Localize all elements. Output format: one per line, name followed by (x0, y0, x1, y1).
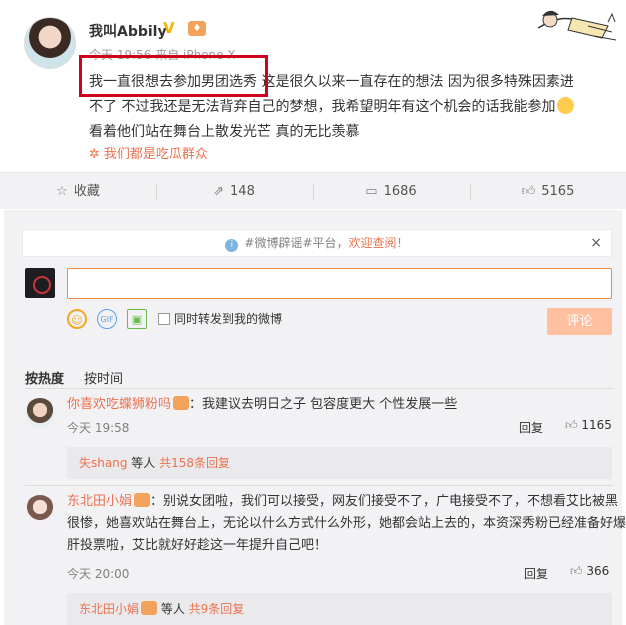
replies-summary[interactable]: 东北田小娟 等人 共9条回复 (67, 593, 612, 625)
image-icon[interactable]: ▣ (127, 309, 147, 329)
thumbs-up-icon: 👍︎ (521, 184, 536, 199)
flower-icon: ✲ (89, 147, 100, 162)
comment-text: 你喜欢吃蝶狮粉吗 ：我建议去明日之子 包容度更大 个性发展一些 (67, 396, 458, 412)
comment-button[interactable]: ▭ 1686 (313, 173, 469, 210)
doodle-illustration-icon (537, 10, 617, 41)
submit-comment-button[interactable]: 评论 (547, 308, 612, 335)
comment-avatar[interactable] (25, 398, 55, 428)
author-name[interactable]: 我叫Abbily (89, 21, 167, 41)
sort-by-time[interactable]: 按时间 (84, 368, 123, 387)
notice-link[interactable]: 欢迎查阅！ (349, 236, 409, 250)
comment-like-button[interactable]: 👍︎ 366 (570, 564, 609, 579)
comment-username[interactable]: 东北田小娟 (67, 494, 132, 509)
thumbs-up-icon: 👍︎ (565, 418, 578, 432)
gif-icon[interactable]: GIF (97, 309, 117, 329)
thumbs-up-icon: 👍︎ (570, 564, 583, 578)
emoji-picker-icon[interactable]: ☺ (67, 309, 87, 329)
forward-icon: ⇗ (213, 184, 225, 199)
favorite-button[interactable]: ☆ 收藏 (0, 173, 156, 210)
member-badge-icon (134, 493, 151, 507)
comment-like-button[interactable]: 👍︎ 1165 (565, 418, 612, 433)
info-icon: i (225, 239, 239, 252)
comment-icon: ▭ (365, 184, 378, 199)
reply-button[interactable]: 回复 (524, 565, 548, 582)
comment-time: 今天 19:58 (67, 421, 130, 435)
member-badge-icon (173, 396, 190, 410)
highlight-box (79, 55, 268, 97)
verified-v-icon: V (163, 19, 175, 37)
comment-input[interactable] (67, 268, 612, 299)
forward-checkbox[interactable] (158, 313, 170, 325)
post-action-bar: ☆ 收藏 ⇗ 148 ▭ 1686 👍︎ 5165 (0, 172, 626, 209)
like-button[interactable]: 👍︎ 5165 (470, 173, 626, 210)
close-icon[interactable]: × (590, 230, 602, 256)
sort-by-hot[interactable]: 按热度 (25, 368, 64, 387)
forward-checkbox-label: 同时转发到我的微博 (174, 312, 283, 326)
divider (25, 485, 613, 486)
topic-link[interactable]: ✲ 我们都是吃瓜群众 (89, 143, 208, 162)
forward-button[interactable]: ⇗ 148 (156, 173, 312, 210)
weibo-post: 我叫Abbily V ♦ 今天 19:56 来自 iPhone X 我一直很想去… (0, 0, 626, 172)
post-line-3: 看着他们站在舞台上散发光芒 真的无比羡慕 (89, 124, 360, 140)
member-badge-icon[interactable]: ♦ (188, 21, 206, 36)
divider (25, 388, 613, 389)
emoji-icon (557, 97, 575, 114)
comment-username[interactable]: 你喜欢吃蝶狮粉吗 (67, 397, 171, 412)
comment-time: 今天 20:00 (67, 567, 130, 581)
comment-avatar[interactable] (25, 495, 55, 525)
reply-button[interactable]: 回复 (519, 419, 543, 436)
author-avatar[interactable] (24, 17, 76, 69)
member-badge-icon (141, 601, 158, 615)
replies-summary[interactable]: 失shang 等人 共158条回复 (67, 447, 612, 479)
rumor-notice: i #微博辟谣#平台，欢迎查阅！ × (22, 229, 612, 257)
post-line-2: 不了 不过我还是无法背弃自己的梦想，我希望明年有这个机会的话我能参加 (89, 95, 609, 120)
comment-text: 东北田小娟 ：别说女团啦，我们可以接受，网友们接受不了，广电接受不了，不想看艾比被… (67, 493, 626, 553)
star-icon: ☆ (56, 184, 68, 199)
my-avatar[interactable] (25, 268, 55, 298)
